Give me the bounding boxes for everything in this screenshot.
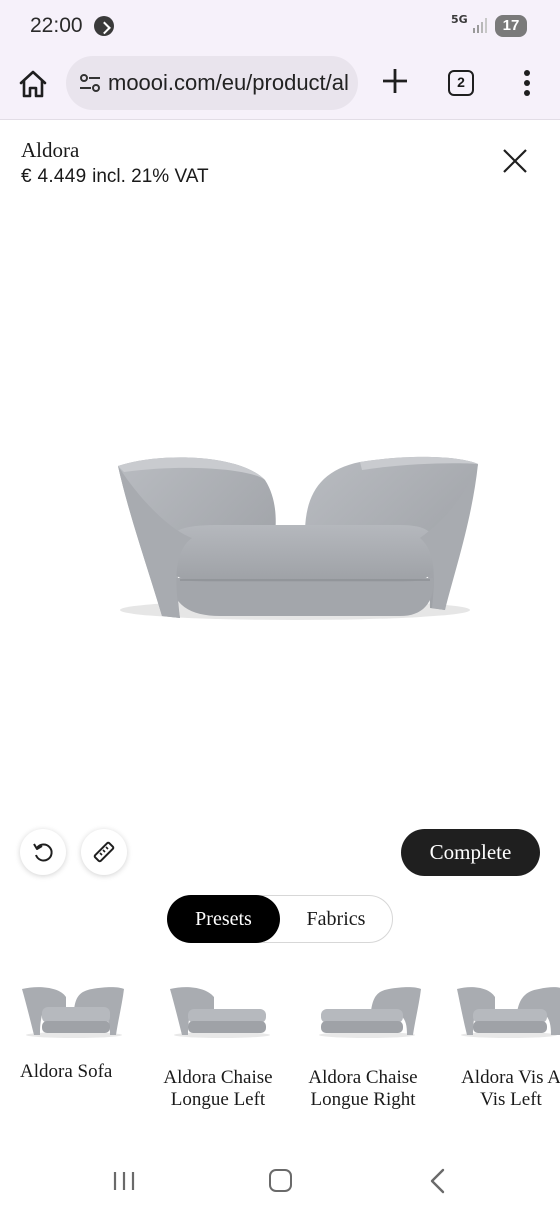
preset-carousel[interactable]: Aldora Sofa Aldora Chaise Longue Left Al… bbox=[0, 975, 560, 1133]
preset-label: Aldora Vis A Vis Left bbox=[461, 1067, 560, 1110]
plus-icon[interactable] bbox=[380, 66, 410, 96]
preset-label: Aldora Chaise Longue Left bbox=[163, 1067, 273, 1110]
back-icon[interactable] bbox=[426, 1168, 450, 1194]
recents-icon[interactable] bbox=[112, 1170, 136, 1192]
notification-icon bbox=[94, 16, 114, 36]
product-title: Aldora bbox=[21, 138, 80, 162]
ruler-icon bbox=[93, 841, 115, 863]
tune-icon[interactable] bbox=[78, 72, 102, 94]
preset-label: Aldora Chaise Longue Right bbox=[308, 1067, 418, 1110]
more-vert-icon[interactable] bbox=[514, 66, 540, 100]
configurator-tabs: Presets Fabrics bbox=[167, 895, 393, 943]
nav-home-icon[interactable] bbox=[269, 1169, 292, 1192]
product-price-line: € 4.449 incl. 21% VAT bbox=[21, 166, 209, 188]
measure-button[interactable] bbox=[81, 829, 127, 875]
tab-presets[interactable]: Presets bbox=[167, 895, 280, 943]
preset-thumbnail bbox=[457, 987, 560, 1038]
battery-icon: 17 bbox=[495, 15, 527, 37]
status-time: 22:00 bbox=[30, 14, 83, 37]
preset-item-vis-a-vis-left[interactable]: Aldora Vis A Vis Left bbox=[455, 975, 560, 1133]
preset-thumbnail bbox=[22, 987, 124, 1038]
network-type-icon: 5G bbox=[451, 13, 468, 26]
status-bar: 22:00 5G 17 bbox=[0, 0, 560, 52]
preset-item-chaise-left[interactable]: Aldora Chaise Longue Left bbox=[160, 975, 300, 1133]
vat-note: incl. 21% VAT bbox=[92, 166, 209, 187]
preset-label: Aldora Sofa bbox=[20, 1061, 113, 1082]
signal-icon bbox=[473, 18, 487, 33]
product-3d-view[interactable] bbox=[100, 440, 490, 630]
preset-item-aldora-sofa[interactable]: Aldora Sofa bbox=[20, 975, 160, 1133]
system-nav-bar bbox=[0, 1148, 560, 1213]
reset-button[interactable] bbox=[20, 829, 66, 875]
tab-fabrics[interactable]: Fabrics bbox=[280, 896, 392, 942]
product-price: € 4.449 bbox=[21, 166, 87, 187]
preset-item-chaise-right[interactable]: Aldora Chaise Longue Right bbox=[305, 975, 445, 1133]
url-text[interactable]: moooi.com/eu/product/aldora bbox=[108, 70, 348, 96]
tab-switcher-button[interactable]: 2 bbox=[448, 70, 474, 96]
complete-button[interactable]: Complete bbox=[401, 829, 540, 876]
preset-thumbnail bbox=[319, 987, 421, 1038]
preset-thumbnail bbox=[170, 987, 270, 1038]
url-bar[interactable]: moooi.com/eu/product/aldora bbox=[66, 56, 358, 110]
close-icon[interactable] bbox=[500, 146, 530, 176]
browser-toolbar: moooi.com/eu/product/aldora 2 bbox=[0, 52, 560, 120]
home-icon[interactable] bbox=[16, 67, 50, 101]
rotate-ccw-icon bbox=[33, 843, 53, 862]
